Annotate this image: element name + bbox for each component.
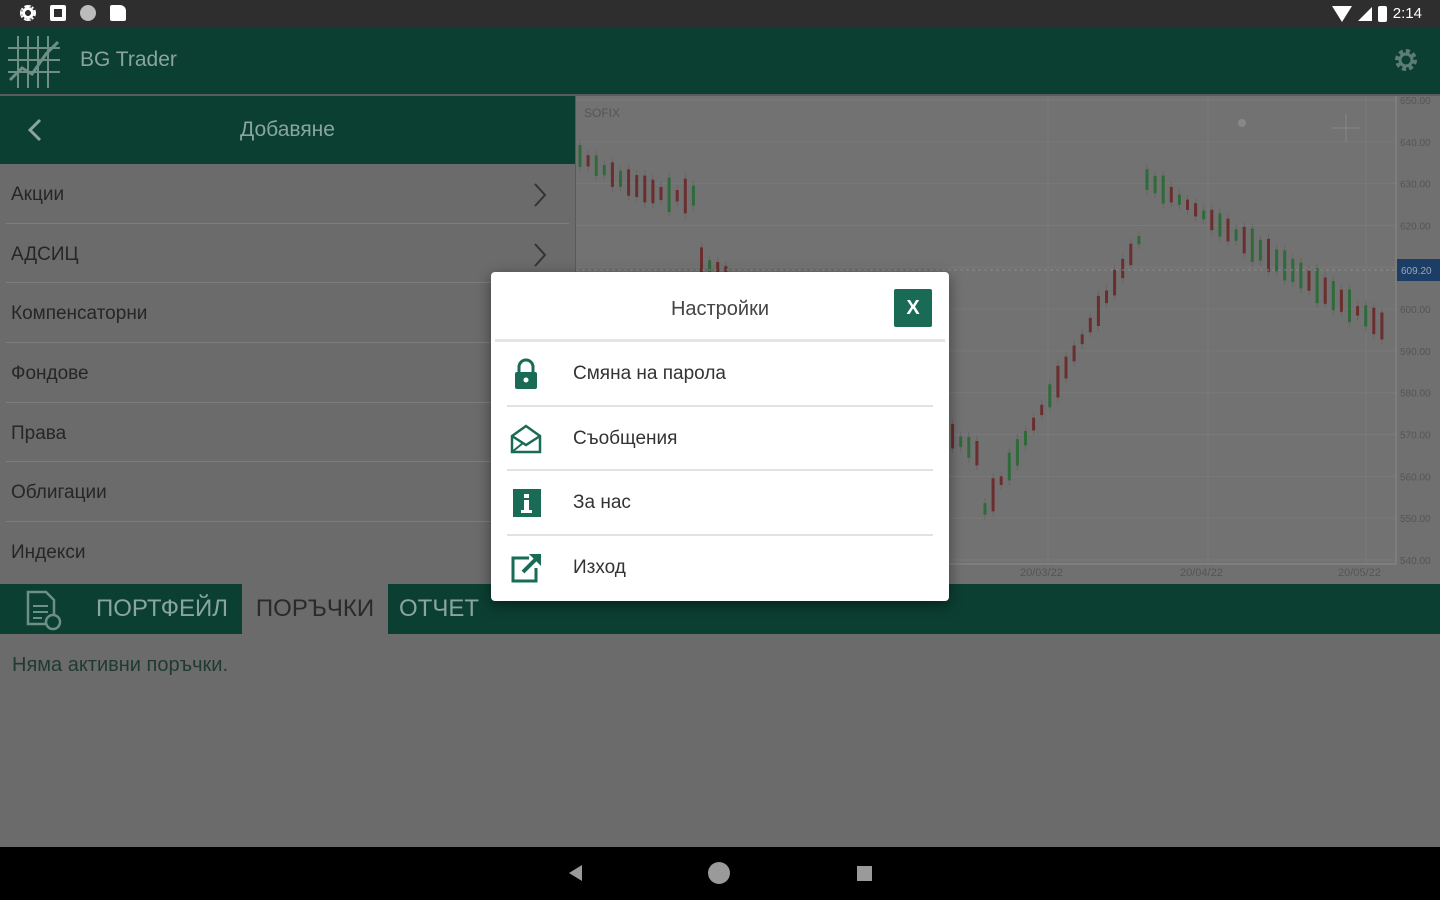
tab-orders[interactable]: ПОРЪЧКИ — [242, 584, 388, 634]
y-tick-label: 560.00 — [1400, 472, 1431, 483]
category-item-indices[interactable]: Индекси — [6, 522, 569, 582]
dialog-title: Настройки — [670, 298, 770, 320]
tab-portfolio[interactable]: ПОРТФЕЙЛ — [86, 584, 238, 634]
category-item-funds[interactable]: Фондове — [6, 343, 569, 403]
y-tick-label: 630.00 — [1400, 180, 1431, 191]
category-item-rights[interactable]: Права — [6, 403, 569, 463]
menu-item-about[interactable]: За нас — [507, 471, 933, 536]
y-tick-label: 650.00 — [1400, 96, 1431, 107]
status-bar: 2:14 — [0, 0, 1440, 28]
add-panel-header: Добавяне — [0, 96, 575, 164]
category-label: Индекси — [11, 542, 86, 564]
notification-icons — [20, 5, 126, 21]
sdcard-icon — [110, 5, 126, 21]
empty-orders-message: Няма активни поръчки. — [12, 654, 229, 676]
category-label: Права — [11, 422, 67, 444]
gear-icon[interactable] — [1392, 46, 1420, 74]
envelope-icon — [510, 423, 542, 453]
menu-item-label: Съобщения — [573, 427, 678, 449]
category-label: АДСИЦ — [11, 243, 79, 265]
menu-item-change-password[interactable]: Смяна на парола — [507, 342, 933, 407]
app-logo-icon — [8, 36, 60, 88]
system-nav-bar — [0, 847, 1440, 900]
y-tick-label: 540.00 — [1400, 556, 1431, 567]
add-panel-title: Добавяне — [240, 118, 335, 141]
x-tick-label: 20/05/22 — [1338, 567, 1381, 579]
nav-recents-icon[interactable] — [857, 866, 872, 881]
close-button[interactable]: X — [894, 289, 932, 327]
menu-item-label: За нас — [573, 492, 631, 513]
lock-icon — [515, 358, 537, 389]
y-tick-label: 550.00 — [1400, 514, 1431, 525]
chevron-right-icon — [534, 183, 547, 207]
app-notification-icon — [50, 5, 66, 21]
menu-item-exit[interactable]: Изход — [507, 536, 933, 601]
category-label: Компенсаторни — [11, 303, 148, 325]
app-bar: BG Trader — [0, 28, 1440, 94]
category-item-reits[interactable]: АДСИЦ — [6, 224, 569, 284]
x-tick-label: 20/03/22 — [1020, 567, 1063, 579]
instrument-category-list: Акции АДСИЦ Компенсаторни Фондове Права … — [0, 164, 575, 582]
y-tick-label: 620.00 — [1400, 221, 1431, 232]
chart-symbol: SOFIX — [584, 106, 620, 120]
settings-menu: Смяна на парола Съобщения За нас Изход — [491, 342, 949, 600]
y-tick-label: 570.00 — [1400, 431, 1431, 442]
exit-icon — [511, 553, 542, 582]
y-tick-label: 580.00 — [1400, 389, 1431, 400]
x-tick-label: 20/04/22 — [1180, 567, 1223, 579]
nav-back-icon[interactable] — [569, 865, 582, 881]
y-tick-label: 640.00 — [1400, 138, 1431, 149]
category-label: Фондове — [11, 363, 89, 385]
status-time: 2:14 — [1392, 5, 1422, 22]
wifi-icon — [1331, 5, 1352, 22]
menu-item-messages[interactable]: Съобщения — [507, 407, 933, 471]
settings-dialog: Настройки X Смяна на парола Съобщения За… — [491, 272, 949, 601]
add-panel: Добавяне Акции АДСИЦ Компенсаторни Фондо… — [0, 96, 575, 584]
signal-icon — [1357, 6, 1372, 21]
orders-content: Няма активни поръчки. — [0, 634, 1440, 847]
current-price-label: 609.20 — [1401, 266, 1432, 277]
chevron-right-icon — [534, 243, 547, 267]
category-item-stocks[interactable]: Акции — [6, 164, 569, 224]
category-item-bonds[interactable]: Облигации — [6, 462, 569, 523]
nav-home-icon[interactable] — [708, 862, 730, 884]
menu-item-label: Смяна на парола — [573, 363, 726, 384]
info-icon — [513, 489, 541, 517]
category-label: Облигации — [11, 482, 107, 504]
category-item-compensatory[interactable]: Компенсаторни — [6, 283, 569, 344]
battery-icon — [1377, 5, 1387, 22]
chart-marker — [1238, 119, 1246, 127]
menu-item-label: Изход — [573, 556, 626, 578]
app-title: BG Trader — [80, 48, 177, 71]
circle-notification-icon — [80, 5, 96, 21]
y-tick-label: 590.00 — [1400, 347, 1431, 358]
category-label: Акции — [11, 184, 65, 205]
tab-report[interactable]: ОТЧЕТ — [389, 584, 489, 634]
document-settings-icon[interactable] — [20, 588, 64, 632]
settings-notification-icon — [20, 5, 36, 21]
y-tick-label: 600.00 — [1400, 305, 1431, 316]
